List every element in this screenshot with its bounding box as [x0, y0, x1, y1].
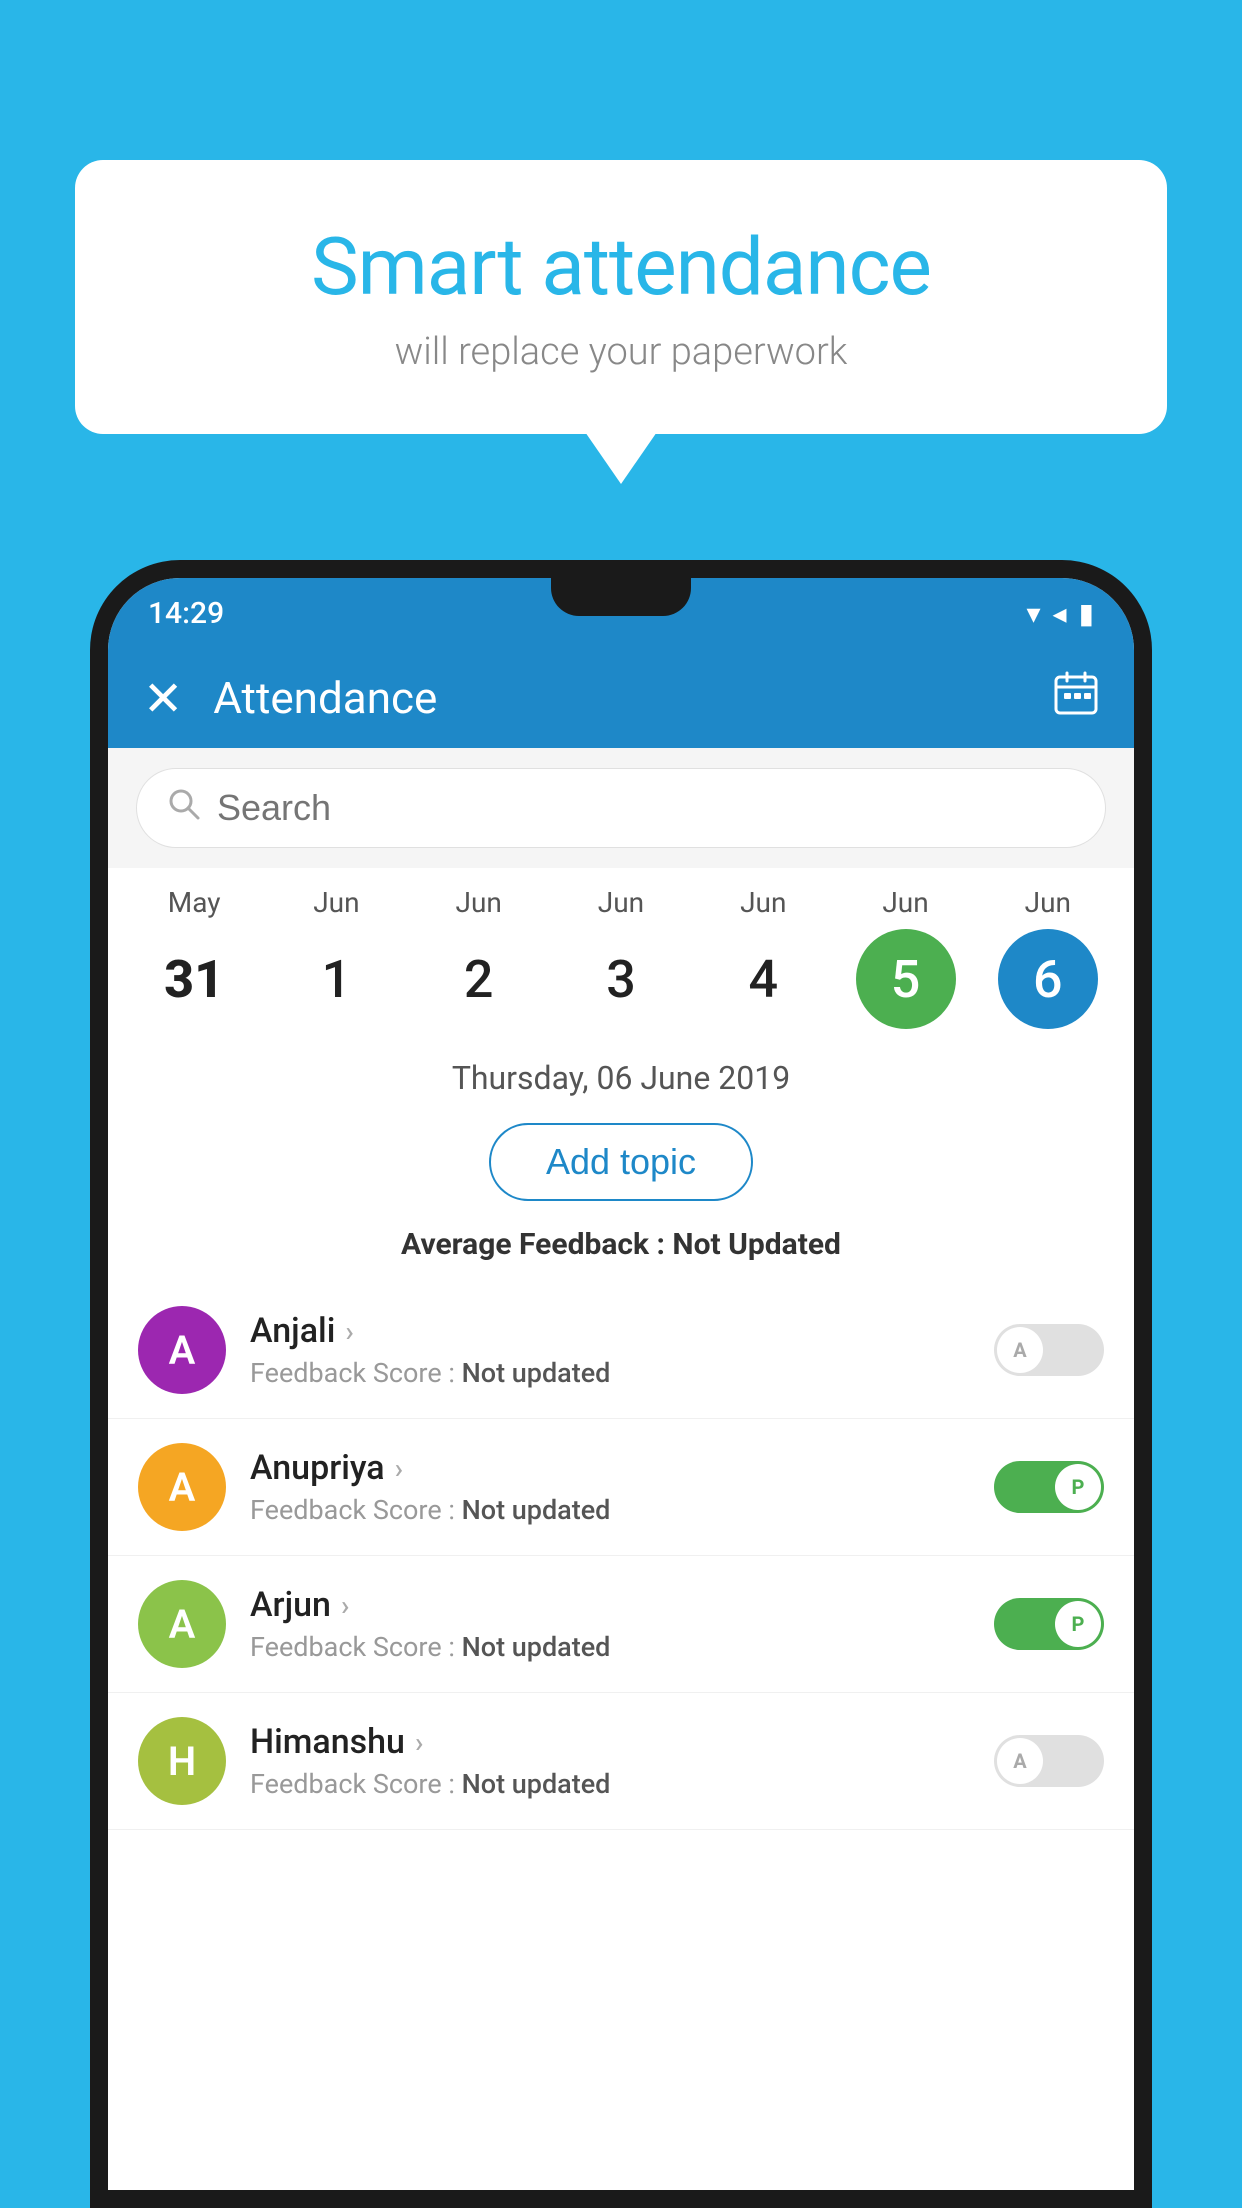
month-label: Jun	[598, 886, 644, 919]
calendar-day[interactable]: Jun 4	[703, 886, 823, 1029]
add-topic-button[interactable]: Add topic	[489, 1123, 753, 1201]
month-label: Jun	[740, 886, 786, 919]
student-info: Himanshu › Feedback Score : Not updated	[250, 1722, 994, 1800]
day-number: 2	[429, 929, 529, 1029]
calendar-section: May 31 Jun 1 Jun 2 Jun 3 Jun 4 Jun 5 Jun 6	[108, 868, 1134, 1037]
day-number: 3	[571, 929, 671, 1029]
search-bar	[136, 768, 1106, 848]
feedback-score: Feedback Score : Not updated	[250, 1768, 994, 1800]
status-time: 14:29	[148, 596, 224, 631]
status-icons: ▾ ◂ ▮	[1026, 597, 1094, 630]
feedback-value: Not Updated	[672, 1227, 841, 1262]
avatar: A	[138, 1306, 226, 1394]
student-item[interactable]: A Arjun › Feedback Score : Not updated P	[108, 1556, 1134, 1693]
wifi-icon: ▾	[1026, 597, 1040, 630]
feedback-score-value: Not updated	[462, 1768, 611, 1800]
feedback-label-text: Average Feedback :	[401, 1227, 672, 1262]
toggle-switch[interactable]: A	[994, 1324, 1104, 1376]
attendance-toggle[interactable]: P	[994, 1598, 1104, 1650]
student-item[interactable]: A Anupriya › Feedback Score : Not updated P	[108, 1419, 1134, 1556]
month-label: May	[168, 886, 221, 919]
student-item[interactable]: H Himanshu › Feedback Score : Not updatedA	[108, 1693, 1134, 1830]
student-name: Arjun ›	[250, 1585, 994, 1625]
month-label: Jun	[1025, 886, 1071, 919]
toggle-switch[interactable]: P	[994, 1461, 1104, 1513]
signal-icon: ◂	[1053, 597, 1067, 630]
day-number: 1	[286, 929, 386, 1029]
attendance-toggle[interactable]: A	[994, 1324, 1104, 1376]
student-item[interactable]: AAnjali ›Feedback Score : Not updatedA	[108, 1282, 1134, 1419]
average-feedback: Average Feedback : Not Updated	[108, 1219, 1134, 1282]
feedback-score: Feedback Score : Not updated	[250, 1631, 994, 1663]
student-info: Anupriya › Feedback Score : Not updated	[250, 1448, 994, 1526]
toggle-thumb: A	[997, 1327, 1043, 1373]
attendance-toggle[interactable]: A	[994, 1735, 1104, 1787]
search-bar-container	[108, 748, 1134, 868]
feedback-score-value: Not updated	[462, 1631, 611, 1663]
phone-inner: 14:29 ▾ ◂ ▮ ✕ Attendance	[108, 578, 1134, 2190]
toggle-thumb: A	[997, 1738, 1043, 1784]
month-label: Jun	[456, 886, 502, 919]
date-header: Thursday, 06 June 2019	[108, 1037, 1134, 1111]
chevron-right-icon: ›	[341, 1589, 349, 1622]
calendar-day[interactable]: May 31	[134, 886, 254, 1029]
chevron-right-icon: ›	[415, 1726, 423, 1759]
battery-icon: ▮	[1079, 597, 1094, 630]
day-number: 4	[713, 929, 813, 1029]
student-name: Anjali ›	[250, 1311, 994, 1351]
avatar: A	[138, 1443, 226, 1531]
speech-bubble: Smart attendance will replace your paper…	[75, 160, 1167, 434]
month-label: Jun	[882, 886, 928, 919]
calendar-day[interactable]: Jun 5	[846, 886, 966, 1029]
feedback-score: Feedback Score : Not updated	[250, 1494, 994, 1526]
feedback-score-value: Not updated	[462, 1494, 611, 1526]
status-bar: 14:29 ▾ ◂ ▮	[108, 578, 1134, 648]
toggle-thumb: P	[1055, 1601, 1101, 1647]
month-label: Jun	[313, 886, 359, 919]
avatar: H	[138, 1717, 226, 1805]
avatar: A	[138, 1580, 226, 1668]
day-number: 31	[144, 929, 244, 1029]
calendar-day[interactable]: Jun 6	[988, 886, 1108, 1029]
phone-frame: 14:29 ▾ ◂ ▮ ✕ Attendance	[90, 560, 1152, 2208]
student-info: Arjun › Feedback Score : Not updated	[250, 1585, 994, 1663]
add-topic-container: Add topic	[108, 1111, 1134, 1219]
speech-bubble-title: Smart attendance	[145, 220, 1097, 314]
month-row: May 31 Jun 1 Jun 2 Jun 3 Jun 4 Jun 5 Jun 6	[108, 886, 1134, 1029]
speech-bubble-container: Smart attendance will replace your paper…	[75, 160, 1167, 434]
student-info: Anjali › Feedback Score : Not updated	[250, 1311, 994, 1389]
day-number: 5	[856, 929, 956, 1029]
search-input[interactable]	[217, 787, 1075, 829]
app-bar: ✕ Attendance	[108, 648, 1134, 748]
feedback-score-value: Not updated	[462, 1357, 611, 1389]
speech-bubble-subtitle: will replace your paperwork	[145, 330, 1097, 374]
feedback-score: Feedback Score : Not updated	[250, 1357, 994, 1389]
toggle-switch[interactable]: A	[994, 1735, 1104, 1787]
close-button[interactable]: ✕	[143, 670, 183, 727]
search-icon	[167, 787, 201, 830]
day-number: 6	[998, 929, 1098, 1029]
toggle-switch[interactable]: P	[994, 1598, 1104, 1650]
attendance-toggle[interactable]: P	[994, 1461, 1104, 1513]
chevron-right-icon: ›	[345, 1315, 353, 1348]
calendar-day[interactable]: Jun 2	[419, 886, 539, 1029]
calendar-day[interactable]: Jun 1	[276, 886, 396, 1029]
chevron-right-icon: ›	[395, 1452, 403, 1485]
notch	[551, 578, 691, 616]
student-name: Anupriya ›	[250, 1448, 994, 1488]
app-bar-title: Attendance	[213, 672, 1053, 724]
toggle-thumb: P	[1055, 1464, 1101, 1510]
student-list: AAnjali ›Feedback Score : Not updatedAAA…	[108, 1282, 1134, 1830]
calendar-day[interactable]: Jun 3	[561, 886, 681, 1029]
calendar-icon[interactable]	[1053, 670, 1099, 727]
student-name: Himanshu ›	[250, 1722, 994, 1762]
